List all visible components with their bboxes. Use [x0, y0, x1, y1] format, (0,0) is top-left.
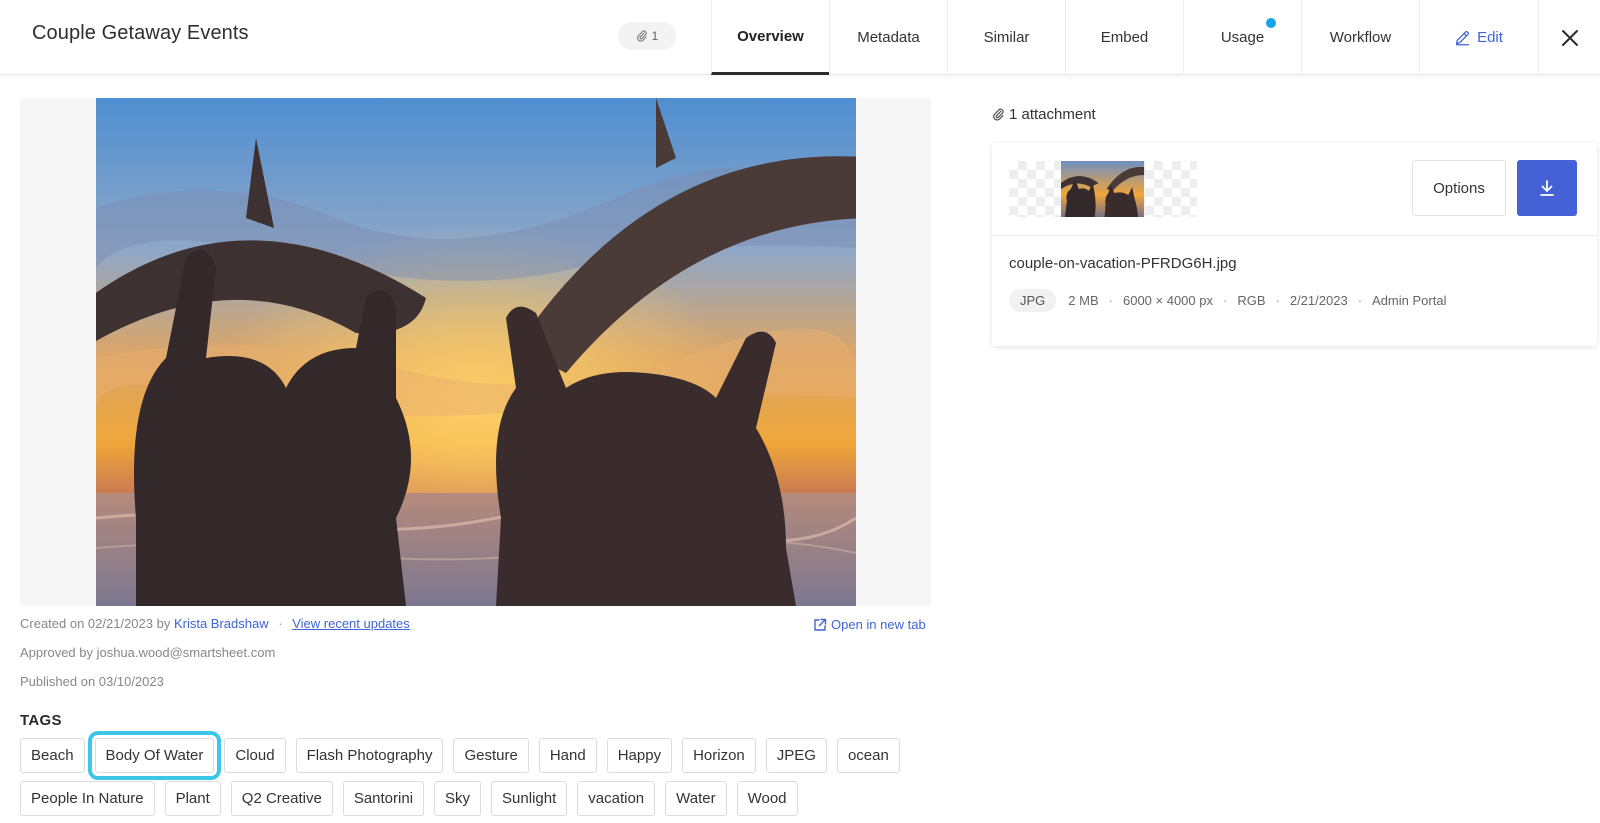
tab-label: Overview: [737, 27, 804, 45]
tag-chip[interactable]: JPEG: [765, 738, 827, 773]
open-in-new-tab-label: Open in new tab: [831, 617, 926, 632]
separator: ·: [1222, 293, 1228, 308]
separator: ·: [278, 616, 283, 631]
file-name: couple-on-vacation-PFRDG6H.jpg: [1009, 255, 1237, 272]
tag-chip[interactable]: People In Nature: [20, 781, 155, 816]
tag-chip[interactable]: Sky: [434, 781, 482, 816]
pencil-icon: [1455, 31, 1470, 46]
attachment-count: 1: [651, 29, 659, 43]
sunset-surfers-illustration: [96, 98, 856, 606]
options-button[interactable]: Options: [1412, 160, 1506, 216]
file-color-mode: RGB: [1237, 293, 1266, 308]
tab-similar[interactable]: Similar: [947, 0, 1065, 75]
file-size: 2 MB: [1068, 293, 1099, 308]
paperclip-icon: [993, 108, 1004, 121]
created-info: Created on 02/21/2023 by Krista Bradshaw…: [20, 616, 410, 631]
published-info: Published on 03/10/2023: [20, 674, 164, 689]
tab-usage[interactable]: Usage: [1183, 0, 1301, 75]
tab-overview[interactable]: Overview: [711, 0, 829, 75]
separator: ·: [1357, 293, 1363, 308]
attachment-count-label: 1 attachment: [1009, 106, 1096, 123]
tag-chip[interactable]: Sunlight: [491, 781, 568, 816]
tab-metadata[interactable]: Metadata: [829, 0, 947, 75]
tag-chip[interactable]: Wood: [736, 781, 798, 816]
download-icon: [1540, 180, 1554, 196]
tag-chip[interactable]: Santorini: [342, 781, 425, 816]
file-dimensions: 6000 × 4000 px: [1122, 293, 1213, 308]
download-button[interactable]: [1517, 160, 1577, 216]
tab-bar: Overview Metadata Similar Embed Usage Wo…: [711, 0, 1537, 75]
tab-label: Embed: [1100, 29, 1149, 46]
asset-header: Couple Getaway Events 1 Overview Metadat…: [0, 0, 1600, 75]
created-prefix: Created on 02/21/2023 by: [20, 616, 171, 631]
tag-chip[interactable]: Cloud: [224, 738, 286, 773]
tab-workflow[interactable]: Workflow: [1301, 0, 1419, 75]
attachment-thumbnail[interactable]: [1009, 161, 1197, 217]
tag-chip[interactable]: Hand: [538, 738, 597, 773]
tag-chip[interactable]: ocean: [836, 738, 900, 773]
separator: ·: [1275, 293, 1280, 308]
tag-chip[interactable]: Beach: [20, 738, 85, 773]
notification-dot: [1266, 18, 1276, 28]
approved-info: Approved by joshua.wood@smartsheet.com: [20, 645, 276, 660]
tag-chip[interactable]: Flash Photography: [295, 738, 444, 773]
tag-chip[interactable]: Gesture: [453, 738, 529, 773]
tag-chip[interactable]: Water: [665, 781, 727, 816]
tag-chip-highlighted[interactable]: Body Of Water: [87, 731, 222, 780]
tab-label: Metadata: [857, 29, 920, 46]
tag-chip[interactable]: Happy: [606, 738, 673, 773]
close-button[interactable]: [1538, 0, 1600, 75]
thumbnail-image: [1061, 161, 1145, 217]
file-type-badge: JPG: [1009, 289, 1057, 312]
paperclip-icon: [636, 30, 647, 42]
view-recent-updates-link[interactable]: View recent updates: [292, 616, 410, 631]
separator: ·: [1108, 293, 1113, 308]
file-metadata: JPG 2 MB · 6000 × 4000 px · RGB · 2/21/2…: [1009, 289, 1446, 312]
tag-chip[interactable]: Horizon: [682, 738, 756, 773]
edit-label: Edit: [1477, 29, 1503, 46]
attachment-count-pill[interactable]: 1: [618, 22, 676, 50]
attachment-card: Options couple-on-vacation-PFRDG6H.jpg J…: [992, 143, 1597, 346]
edit-button[interactable]: Edit: [1419, 0, 1537, 75]
tab-label: Workflow: [1329, 29, 1392, 46]
asset-preview-image[interactable]: [96, 98, 856, 606]
tag-chip[interactable]: Q2 Creative: [230, 781, 333, 816]
tab-embed[interactable]: Embed: [1065, 0, 1183, 75]
thumbnail-transparency-left: [1009, 161, 1062, 217]
close-icon: [1561, 29, 1578, 46]
asset-title: Couple Getaway Events: [32, 22, 249, 44]
tab-label: Usage: [1220, 29, 1265, 46]
card-divider: [992, 235, 1597, 236]
attachment-count-heading: 1 attachment: [992, 106, 1096, 123]
tag-chip[interactable]: Plant: [164, 781, 221, 816]
external-link-icon: [814, 618, 827, 631]
open-in-new-tab-link[interactable]: Open in new tab: [813, 617, 926, 632]
file-date: 2/21/2023: [1289, 293, 1348, 308]
file-source: Admin Portal: [1372, 293, 1447, 308]
tags-heading: TAGS: [20, 712, 62, 729]
tag-chip[interactable]: vacation: [577, 781, 656, 816]
thumbnail-transparency-right: [1144, 161, 1197, 217]
tab-label: Similar: [983, 29, 1030, 46]
creator-link[interactable]: Krista Bradshaw: [174, 616, 269, 631]
tag-list: Beach Body Of Water Cloud Flash Photogra…: [20, 731, 920, 816]
